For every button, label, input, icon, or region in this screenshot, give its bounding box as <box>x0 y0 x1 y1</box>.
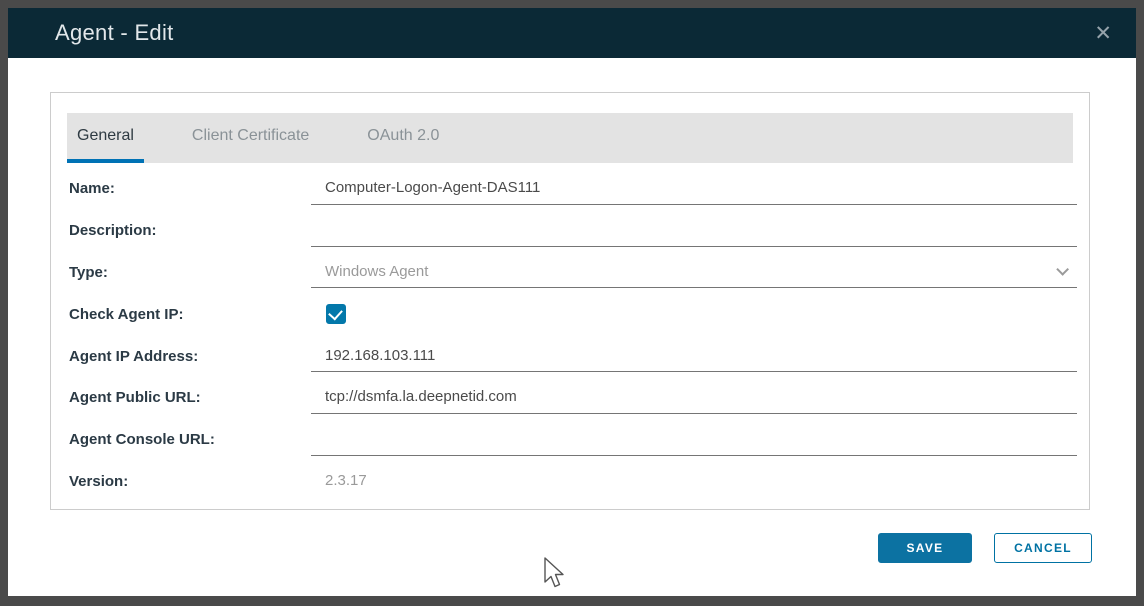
screen-background: Agent - Edit ✕ General Client Certificat… <box>0 0 1144 606</box>
modal-footer: SAVE CANCEL <box>8 533 1092 563</box>
version-label: Version: <box>69 461 128 503</box>
agent-ip-label: Agent IP Address: <box>69 335 198 377</box>
form-row-type: Type: Windows Agent <box>51 252 1089 294</box>
agent-edit-modal: Agent - Edit ✕ General Client Certificat… <box>8 8 1136 596</box>
form-row-agent-ip: Agent IP Address: <box>51 335 1089 377</box>
form-rows: Name: Description: Type: Windows A <box>51 168 1089 502</box>
tab-oauth2[interactable]: OAuth 2.0 <box>357 113 449 163</box>
modal-header: Agent - Edit ✕ <box>8 8 1136 58</box>
type-select-value: Windows Agent <box>325 263 428 280</box>
form-row-name: Name: <box>51 168 1089 210</box>
name-label: Name: <box>69 168 115 210</box>
type-label: Type: <box>69 252 108 294</box>
form-card: General Client Certificate OAuth 2.0 Nam… <box>50 92 1090 510</box>
form-row-agent-public-url: Agent Public URL: <box>51 377 1089 419</box>
checkmark-icon <box>328 305 343 320</box>
close-icon[interactable]: ✕ <box>1094 23 1112 44</box>
agent-public-url-label: Agent Public URL: <box>69 377 201 419</box>
agent-public-url-input[interactable] <box>311 381 1077 413</box>
check-agent-ip-checkbox[interactable] <box>326 304 346 324</box>
chevron-down-icon <box>1056 263 1069 276</box>
save-button[interactable]: SAVE <box>878 533 972 563</box>
cancel-button[interactable]: CANCEL <box>994 533 1092 563</box>
form-row-description: Description: <box>51 210 1089 252</box>
tab-bar: General Client Certificate OAuth 2.0 <box>67 113 1073 163</box>
type-select[interactable]: Windows Agent <box>311 263 1077 280</box>
agent-ip-input[interactable] <box>311 339 1077 371</box>
form-row-agent-console-url: Agent Console URL: <box>51 419 1089 461</box>
tab-general[interactable]: General <box>67 113 144 163</box>
name-input[interactable] <box>311 172 1077 204</box>
modal-title: Agent - Edit <box>55 20 174 46</box>
agent-console-url-label: Agent Console URL: <box>69 419 215 461</box>
version-value: 2.3.17 <box>311 472 367 489</box>
description-input[interactable] <box>311 214 1077 246</box>
tab-client-certificate[interactable]: Client Certificate <box>182 113 319 163</box>
description-label: Description: <box>69 210 157 252</box>
form-row-version: Version: 2.3.17 <box>51 461 1089 503</box>
agent-console-url-input[interactable] <box>311 423 1077 455</box>
check-agent-ip-label: Check Agent IP: <box>69 293 183 335</box>
form-row-check-agent-ip: Check Agent IP: <box>51 293 1089 335</box>
